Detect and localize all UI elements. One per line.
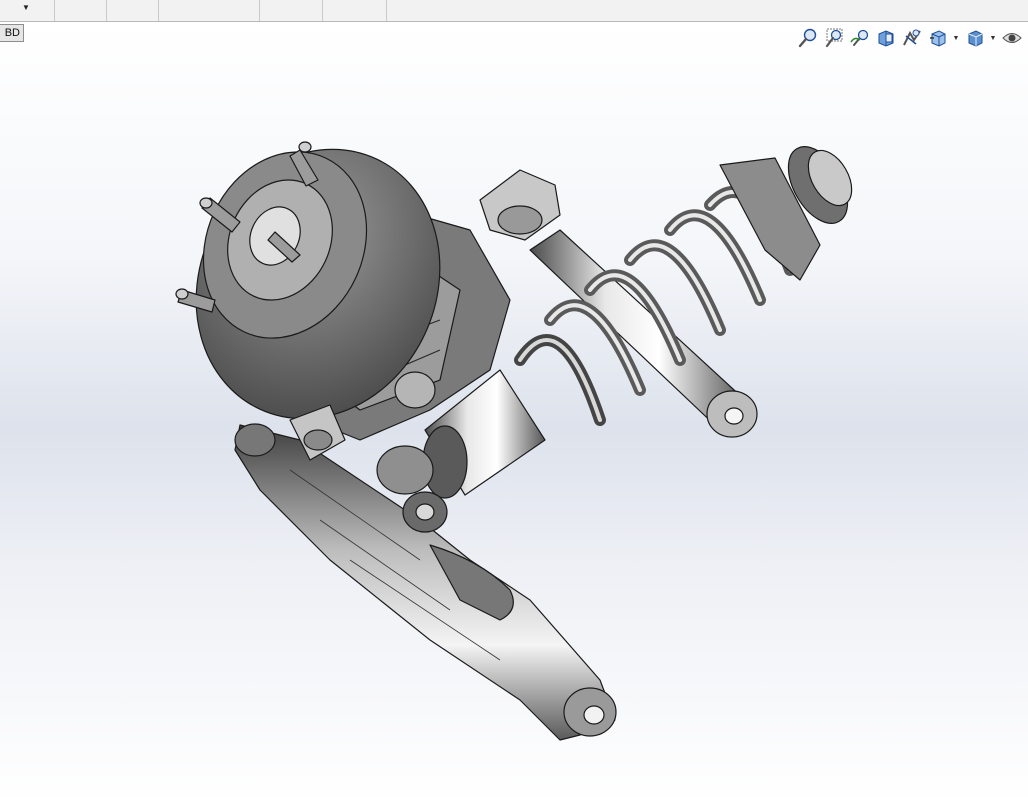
graphics-viewport[interactable] [0,22,1028,802]
tab-5[interactable] [323,0,387,21]
heads-up-view-toolbar: ▼ ▼ [796,26,1023,50]
tab-4[interactable] [260,0,323,21]
previous-view-icon[interactable] [848,27,871,49]
feature-tree-toggle-label: BD [4,27,20,39]
view-orientation-icon[interactable] [926,27,949,49]
document-tab-bar: ▼ [0,0,1028,22]
suspension-assembly-model[interactable] [0,22,1028,802]
section-view-icon[interactable] [874,27,897,49]
tab-dropdown[interactable]: ▼ [0,0,55,21]
feature-tree-toggle-button[interactable]: BD [0,24,24,42]
dynamic-annotation-icon[interactable] [900,27,923,49]
coil-spring [514,186,796,426]
display-style-dropdown-icon[interactable]: ▼ [989,35,997,42]
tab-1[interactable] [55,0,107,21]
zoom-to-area-icon[interactable] [822,27,845,49]
view-orientation-dropdown-icon[interactable]: ▼ [952,35,960,42]
display-style-icon[interactable] [963,27,986,49]
hide-show-eye-icon[interactable] [1000,27,1023,49]
tab-2[interactable] [107,0,159,21]
zoom-to-fit-icon[interactable] [796,27,819,49]
chevron-down-icon[interactable]: ▼ [22,3,30,12]
tab-3[interactable] [159,0,260,21]
